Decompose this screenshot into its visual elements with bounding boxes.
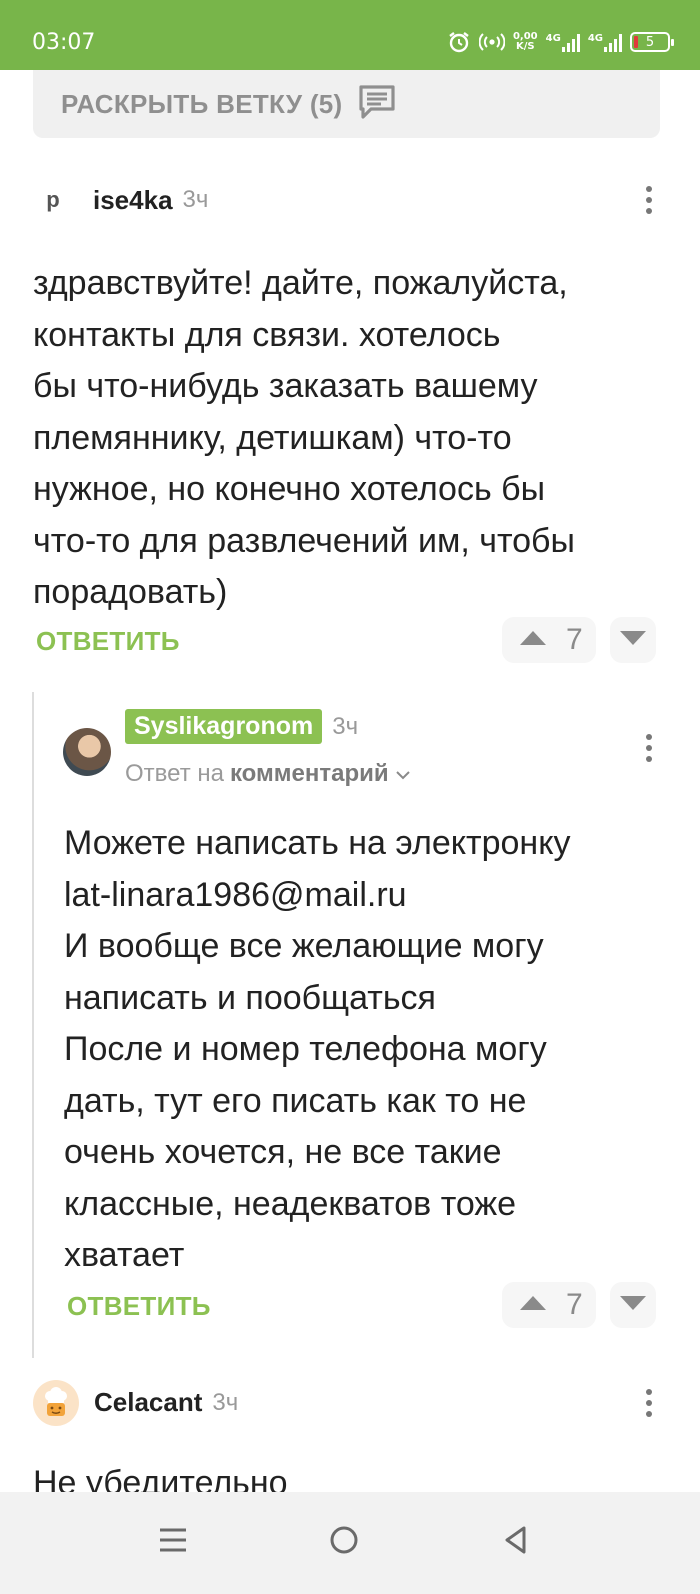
vote-count: 7 [566, 623, 583, 656]
comment-line: После и номер телефона могу [64, 1030, 547, 1068]
comment-line: здравствуйте! дайте, пожалуйста, [33, 264, 568, 302]
downvote-button[interactable] [610, 617, 656, 663]
vote-count: 7 [566, 1288, 583, 1321]
net-speed: 0,00 K/S [513, 32, 538, 52]
reply-to-target: комментарий [229, 760, 389, 787]
comment-line: Можете написать на электронку [64, 824, 571, 862]
comment-time: 3ч [182, 186, 209, 213]
upvote-button[interactable]: 7 [502, 1282, 596, 1328]
alarm-icon [447, 30, 471, 54]
comment-line: хватает [64, 1236, 185, 1274]
comment-line[interactable]: lat-linara1986@mail.ru [64, 870, 570, 922]
thread-line [32, 692, 34, 1358]
arrow-down-icon [618, 1294, 648, 1317]
comment-header: Syslikagronom 3ч [125, 709, 358, 744]
chevron-down-icon [395, 760, 411, 788]
reply-button[interactable]: ОТВЕТИТЬ [67, 1291, 211, 1322]
status-icons: 0,00 K/S 4G 4G 5 [447, 28, 674, 56]
comment-line: контакты для связи. хотелось [33, 315, 501, 354]
arrow-up-icon [518, 629, 548, 652]
battery-icon: 5 [630, 32, 674, 52]
avatar[interactable] [63, 728, 111, 776]
avatar[interactable] [33, 1380, 79, 1426]
comment-line: племяннику, детишкам) что-то [33, 418, 512, 457]
author-badge-username[interactable]: Syslikagronom [125, 709, 323, 744]
comment-line: что-то для развлечений им, чтобы [33, 521, 575, 560]
net-speed-unit: K/S [516, 41, 535, 52]
comment-line: очень хочется, не все такие [64, 1133, 502, 1171]
status-time: 03:07 [32, 30, 96, 55]
comment-time: 3ч [212, 1388, 239, 1416]
more-options-icon[interactable] [644, 186, 654, 214]
more-options-icon[interactable] [644, 734, 654, 762]
username[interactable]: ise4ka [93, 185, 173, 216]
username[interactable]: Celacant [94, 1387, 202, 1418]
comment-line: написать и пообщаться [64, 978, 436, 1017]
comment-line: бы что-нибудь заказать вашему [33, 367, 538, 405]
comment-line: порадовать) [33, 573, 228, 611]
more-options-icon[interactable] [644, 1389, 654, 1417]
arrow-down-icon [618, 629, 648, 652]
comment-line: дать, тут его писать как то не [64, 1081, 527, 1120]
hotspot-icon [478, 31, 505, 53]
comment-line: классные, неадекватов тоже [64, 1184, 517, 1223]
comment-text: Можете написать на электронку lat-linara… [64, 818, 570, 1282]
home-icon[interactable] [314, 1510, 374, 1570]
upvote-button[interactable]: 7 [502, 617, 596, 663]
avatar[interactable]: p [33, 180, 73, 220]
signal-label: 4G [587, 32, 603, 44]
reply-to-prefix: Ответ на [125, 760, 224, 787]
comment-header: Celacant 3ч [94, 1387, 238, 1418]
navigation-bar [0, 1492, 700, 1594]
expand-thread-button[interactable]: РАСКРЫТЬ ВЕТКУ (5) [33, 70, 660, 138]
comment-text: здравствуйте! дайте, пожалуйста, контакт… [33, 258, 575, 619]
status-bar: 03:07 0,00 K/S 4G 4G 5 [0, 0, 700, 70]
signal-label: 4G [545, 32, 561, 44]
battery-level: 5 [645, 34, 655, 50]
signal-icon: 4G [588, 33, 622, 52]
comment-header: p ise4ka 3ч [33, 180, 208, 220]
back-icon[interactable] [486, 1510, 546, 1570]
arrow-up-icon [518, 1294, 548, 1317]
reply-to-link[interactable]: Ответ на комментарий [125, 760, 411, 788]
downvote-button[interactable] [610, 1282, 656, 1328]
comment-line: нужное, но конечно хотелось бы [33, 470, 546, 508]
signal-icon: 4G [546, 33, 580, 52]
comment-time: 3ч [332, 712, 359, 740]
menu-icon[interactable] [143, 1510, 203, 1570]
comment-line: И вообще все желающие могу [64, 927, 544, 965]
comments-icon [357, 83, 397, 126]
expand-thread-label: РАСКРЫТЬ ВЕТКУ (5) [61, 88, 343, 119]
reply-button[interactable]: ОТВЕТИТЬ [36, 626, 180, 657]
